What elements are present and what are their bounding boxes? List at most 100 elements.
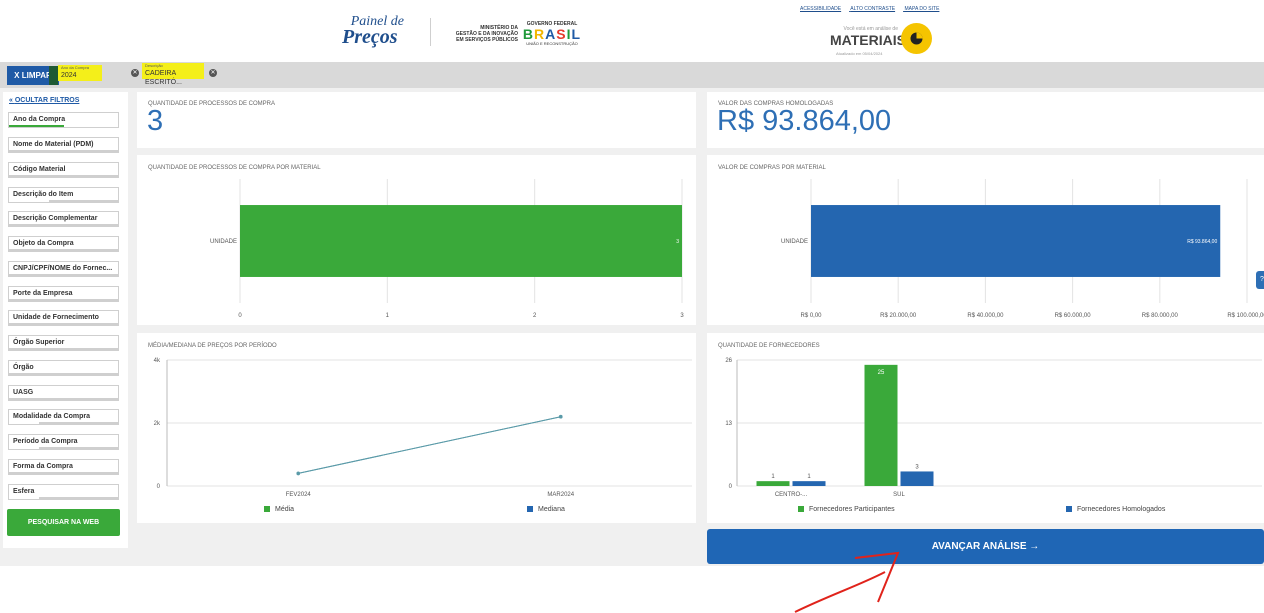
legend-label: Média [275,506,295,513]
filter-periodo-compra[interactable]: Período da Compra [8,434,119,450]
filter-label: Unidade de Fornecimento [13,314,99,321]
filter-label: Ano da Compra [13,116,66,123]
filter-label: Código Material [13,166,66,173]
x-tick-label: 1 [386,313,390,319]
chart-value-svg: R$ 0,00 R$ 20.000,00 R$ 40.000,00 R$ 60.000… [781,179,1264,319]
x-tick-label: MAR2024 [547,492,574,498]
filter-orgao-superior[interactable]: Órgão Superior [8,335,119,351]
filter-nome-material[interactable]: Nome do Material (PDM) [8,137,119,153]
filter-chip-ano[interactable]: Ano da Compra 2024 [58,65,102,81]
remove-chip-icon[interactable]: ✕ [209,69,217,77]
filter-label: Período da Compra [13,438,78,445]
kpi-processes-title: QUANTIDADE DE PROCESSOS DE COMPRA [148,101,276,107]
bar [864,364,898,486]
chart-processes-svg: 0 1 2 3 UNIDADE 3 [210,179,684,319]
search-web-button[interactable]: PESQUISAR NA WEB [7,509,120,536]
x-tick-label: FEV2024 [286,492,312,498]
filter-forma-compra[interactable]: Forma da Compra [8,459,119,475]
filter-label: Objeto da Compra [13,240,74,247]
filter-progress [9,373,118,375]
y-tick-label: 4k [154,358,161,364]
chart-card-processes-by-material: QUANTIDADE DE PROCESSOS DE COMPRA POR MA… [137,155,696,325]
legend-media[interactable]: Média [264,506,294,513]
ministry-line: EM SERVIÇOS PÚBLICOS [456,37,518,43]
chart-card-mean-median: MÉDIA/MEDIANA DE PREÇOS POR PERÍODO 0 2k 4… [137,333,696,523]
legend-mediana[interactable]: Mediana [527,506,565,513]
filter-label: CNPJ/CPF/NOME do Fornec... [13,265,113,272]
remove-chip-icon[interactable]: ✕ [131,69,139,77]
chip-marker [49,66,58,85]
legend-swatch [798,506,804,513]
link-alto-contraste[interactable]: ALTO CONTRASTE [850,6,895,12]
x-tick-label: 0 [238,313,242,319]
filter-label: UASG [13,389,34,396]
chart-suppliers-svg: 0 13 26 1 1 CENTRO-... 25 3 SUL [725,358,1262,498]
hide-filters-label: OCULTAR FILTROS [14,97,80,104]
painel-de-precos-logo[interactable]: Painel de Preços [340,14,404,48]
legend-participantes[interactable]: Fornecedores Participantes [798,506,895,513]
bar [792,481,826,486]
filter-progress [39,422,118,424]
y-tick-label: 2k [154,421,161,427]
updated-date: Atualizado em 05/04/2024 [836,51,883,56]
filter-porte-empresa[interactable]: Porte da Empresa [8,286,119,302]
x-tick-label: 2 [533,313,537,319]
filter-uasg[interactable]: UASG [8,385,119,401]
filter-progress [9,150,118,152]
filter-progress [9,323,118,325]
link-acessibilidade[interactable]: ACESSIBILIDADE [800,6,841,12]
filter-orgao[interactable]: Órgão [8,360,119,376]
bar-data-label: 3 [676,239,679,245]
kpi-value-card: VALOR DAS COMPRAS HOMOLOGADAS R$ 93.864,… [707,92,1264,148]
kpi-value-value: R$ 93.864,00 [717,105,892,137]
filter-label: Órgão Superior [13,339,65,346]
chart-card-value-by-material: VALOR DE COMPRAS POR MATERIAL R$ 0,00 R$ … [707,155,1264,325]
governo-federal-logo: GOVERNO FEDERAL BRASIL UNIÃO E RECONSTRU… [522,21,582,49]
red-annotation-arrow [794,551,900,613]
filter-codigo-material[interactable]: Código Material [8,162,119,178]
x-tick-label: R$ 40.000,00 [967,313,1004,319]
filter-label: Forma da Compra [13,463,73,470]
kpi-processes-value: 3 [147,105,164,137]
x-tick-label: CENTRO-... [775,492,808,498]
filter-ano-da-compra[interactable]: Ano da Compra [8,112,119,128]
filter-chip-descricao[interactable]: Descrição CADEIRA ESCRITÓ... [142,63,204,86]
filter-descricao-complementar[interactable]: Descrição Complementar [8,211,119,227]
filter-unidade-fornecimento[interactable]: Unidade de Fornecimento [8,310,119,326]
page-header: Painel de Preços MINISTÉRIO DA GESTÃO E … [0,0,1264,62]
ministry-logo: MINISTÉRIO DA GESTÃO E DA INOVAÇÃO EM SE… [438,25,518,43]
chip-value: 2024 [61,72,77,79]
y-tick-label: 26 [725,358,732,364]
hide-filters-link[interactable]: « OCULTAR FILTROS [9,97,79,104]
bar-data-label: R$ 93.864,00 [1187,239,1217,245]
filter-label: Descrição Complementar [13,215,98,222]
legend-label: Fornecedores Homologados [1077,506,1166,513]
bar-data-label: 1 [771,474,775,480]
filter-progress [9,398,118,400]
chart-mean-median-svg: 0 2k 4k FEV2024 MAR2024 [154,358,692,498]
legend-swatch [264,506,270,513]
legend-label: Fornecedores Participantes [809,506,895,513]
active-filters-bar: X LIMPAR Ano da Compra 2024 ✕ Descrição … [0,62,1264,88]
filter-progress [39,497,118,499]
y-tick-label: 0 [157,484,161,490]
brasil-wordmark: BRASIL [522,26,582,42]
bar-data-label: 25 [878,370,885,376]
filter-descricao-item[interactable]: Descrição do Item [8,187,119,203]
materials-toggle-icon[interactable] [901,23,932,54]
side-help-tab[interactable]: ? [1256,271,1264,289]
category-label: UNIDADE [210,239,237,245]
link-mapa-do-site[interactable]: MAPA DO SITE [904,6,939,12]
filter-progress [9,472,118,474]
filter-objeto-compra[interactable]: Objeto da Compra [8,236,119,252]
filter-modalidade-compra[interactable]: Modalidade da Compra [8,409,119,425]
y-tick-label: 13 [725,421,732,427]
filter-label: Nome do Material (PDM) [13,141,94,148]
filter-progress [9,348,118,350]
filter-esfera[interactable]: Esfera [8,484,119,500]
bar-data-label: 1 [807,474,811,480]
filter-label: Órgão [13,364,34,371]
legend-homologados[interactable]: Fornecedores Homologados [1066,506,1165,513]
filter-progress [9,249,118,251]
filter-cnpj-fornecedor[interactable]: CNPJ/CPF/NOME do Fornec... [8,261,119,277]
